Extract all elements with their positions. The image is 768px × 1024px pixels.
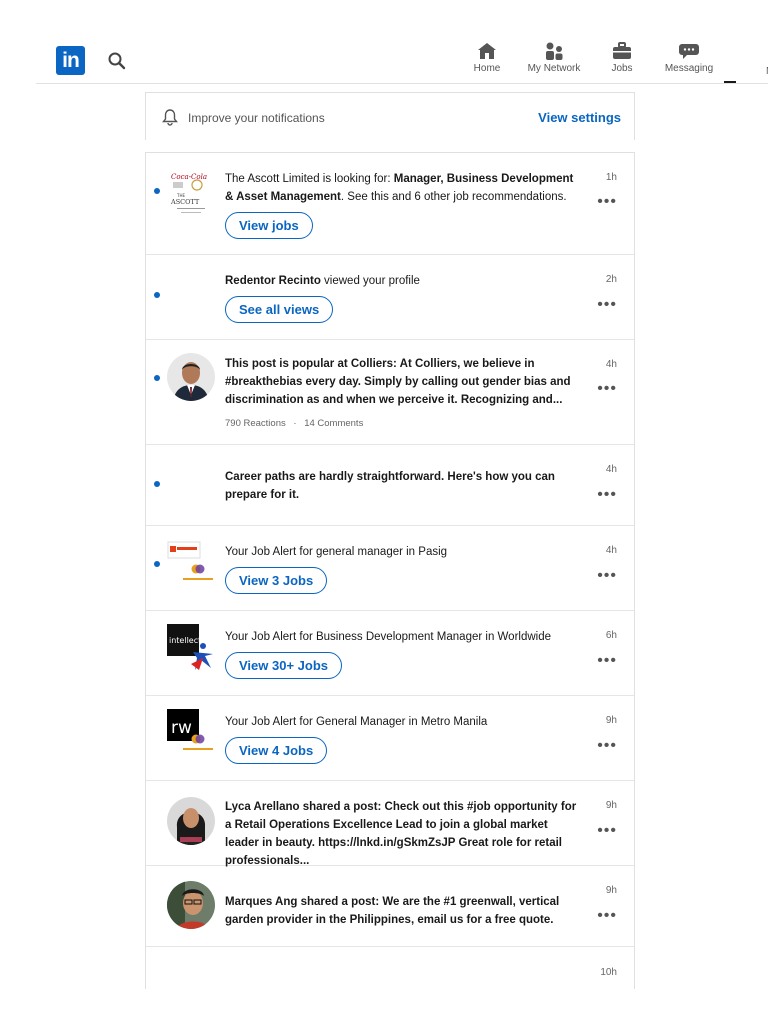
nav-jobs-label: Jobs <box>611 63 633 74</box>
notification-text: Marques Ang shared a post: We are the #1… <box>225 896 560 926</box>
notification-text: This post is popular at Colliers: At Col… <box>225 358 571 406</box>
ascott-logo-icon: Coca-Cola THE ASCOTT <box>167 171 215 219</box>
man-glasses-avatar-icon <box>167 881 215 929</box>
nav-my-network[interactable]: My Network <box>522 41 586 83</box>
notification-text: Your Job Alert for Business Development … <box>225 631 552 643</box>
see-all-views-button[interactable]: See all views <box>225 296 334 323</box>
network-icon <box>546 42 563 60</box>
notification-time: 1h <box>605 172 617 183</box>
notification-text: Career paths are hardly straightforward.… <box>225 471 555 501</box>
notification-text: Redentor Recinto viewed your profile <box>225 275 420 287</box>
notification-item[interactable]: Your Job Alert for general manager in Pa… <box>146 526 634 611</box>
notification-text: Your Job Alert for general manager in Pa… <box>225 546 448 558</box>
notification-content: Redentor Recinto viewed your profile See… <box>225 272 583 323</box>
view-settings-link[interactable]: View settings <box>538 110 621 125</box>
notification-time: 9h <box>605 885 617 896</box>
linkedin-logo-icon[interactable]: in <box>56 46 85 75</box>
nav-jobs[interactable]: Jobs <box>602 41 642 83</box>
more-options-icon[interactable]: ••• <box>597 297 617 313</box>
improve-notifications-text: Improve your notifications <box>188 111 325 125</box>
nav-home[interactable]: Home <box>466 41 508 83</box>
more-options-icon[interactable]: ••• <box>597 908 617 924</box>
more-options-icon[interactable]: ••• <box>597 194 617 210</box>
notification-text: The Ascott Limited is looking for: Manag… <box>225 173 574 203</box>
home-icon <box>478 43 496 59</box>
notification-time: 2h <box>605 274 617 285</box>
more-options-icon[interactable]: ••• <box>597 653 617 669</box>
job-alert-logos-icon <box>167 539 215 587</box>
notification-content: This post is popular at Colliers: At Col… <box>225 355 583 433</box>
post-meta: 790 Reactions · 14 Comments <box>225 415 583 433</box>
more-options-icon[interactable]: ••• <box>597 568 617 584</box>
unread-dot <box>154 375 160 381</box>
notification-time: 4h <box>605 545 617 556</box>
notification-time: 4h <box>605 464 617 475</box>
notification-time: 10h <box>600 967 617 978</box>
view-3-jobs-button[interactable]: View 3 Jobs <box>225 567 328 594</box>
nav-messaging-label: Messaging <box>664 63 714 74</box>
nav-home-label: Home <box>473 63 501 74</box>
woman-avatar-icon <box>167 797 215 845</box>
more-options-icon[interactable]: ••• <box>597 381 617 397</box>
notification-time: 9h <box>605 800 617 811</box>
notification-item[interactable]: Redentor Recinto viewed your profile See… <box>146 255 634 340</box>
top-nav: in Home My Network Jobs Messaging <box>36 38 768 84</box>
messaging-icon <box>679 44 699 59</box>
search-icon[interactable] <box>106 50 128 72</box>
unread-dot <box>154 292 160 298</box>
notification-item[interactable]: rw Your Job Alert for General Manager in… <box>146 696 634 781</box>
notification-item[interactable]: Lyca Arellano shared a post: Check out t… <box>146 781 634 867</box>
more-options-icon[interactable]: ••• <box>597 738 617 754</box>
notification-text: Lyca Arellano shared a post: Check out t… <box>225 801 577 867</box>
notification-text: Your Job Alert for General Manager in Me… <box>225 716 488 728</box>
notification-content: The Ascott Limited is looking for: Manag… <box>225 170 583 239</box>
notification-item[interactable]: Career paths are hardly straightforward.… <box>146 445 634 526</box>
notification-item[interactable]: This post is popular at Colliers: At Col… <box>146 340 634 445</box>
notification-item[interactable]: Coca-Cola THE ASCOTT The Ascott Limited … <box>146 153 634 255</box>
unread-dot <box>154 561 160 567</box>
comments-count[interactable]: 14 Comments <box>304 418 363 429</box>
notification-content: Your Job Alert for Business Development … <box>225 628 583 679</box>
notification-item[interactable]: 10h <box>146 947 634 989</box>
reactions-count[interactable]: 790 Reactions <box>225 418 286 429</box>
svg-text:intellect: intellect <box>169 636 201 645</box>
notification-time: 9h <box>605 715 617 726</box>
bell-icon <box>162 109 178 126</box>
briefcase-icon <box>613 42 631 59</box>
nav-my-network-label: My Network <box>527 63 581 74</box>
notification-item[interactable]: Marques Ang shared a post: We are the #1… <box>146 866 634 947</box>
man-in-suit-avatar-icon <box>167 353 215 401</box>
meta-separator: · <box>293 418 297 429</box>
view-4-jobs-button[interactable]: View 4 Jobs <box>225 737 328 764</box>
notification-list: Coca-Cola THE ASCOTT The Ascott Limited … <box>145 152 635 989</box>
notification-content: Your Job Alert for general manager in Pa… <box>225 543 583 594</box>
notification-time: 4h <box>605 359 617 370</box>
rw-logo-icon: rw <box>167 709 215 757</box>
more-options-icon[interactable]: ••• <box>597 823 617 839</box>
nav-messaging[interactable]: Messaging <box>660 41 718 83</box>
improve-notifications-bar: Improve your notifications View settings <box>145 92 635 140</box>
notification-time: 6h <box>605 630 617 641</box>
svg-text:ASCOTT: ASCOTT <box>170 198 200 206</box>
nav-active-indicator <box>724 81 736 83</box>
view-30-jobs-button[interactable]: View 30+ Jobs <box>225 652 343 679</box>
unread-dot <box>154 481 160 487</box>
more-options-icon[interactable]: ••• <box>597 487 617 503</box>
unread-dot <box>154 188 160 194</box>
view-jobs-button[interactable]: View jobs <box>225 212 313 239</box>
svg-text:rw: rw <box>171 718 192 738</box>
notification-item[interactable]: intellect Your Job Alert for Business De… <box>146 611 634 696</box>
svg-text:Coca-Cola: Coca-Cola <box>171 173 207 181</box>
notification-content: Your Job Alert for General Manager in Me… <box>225 713 583 764</box>
intellect-logo-icon: intellect <box>167 624 215 672</box>
